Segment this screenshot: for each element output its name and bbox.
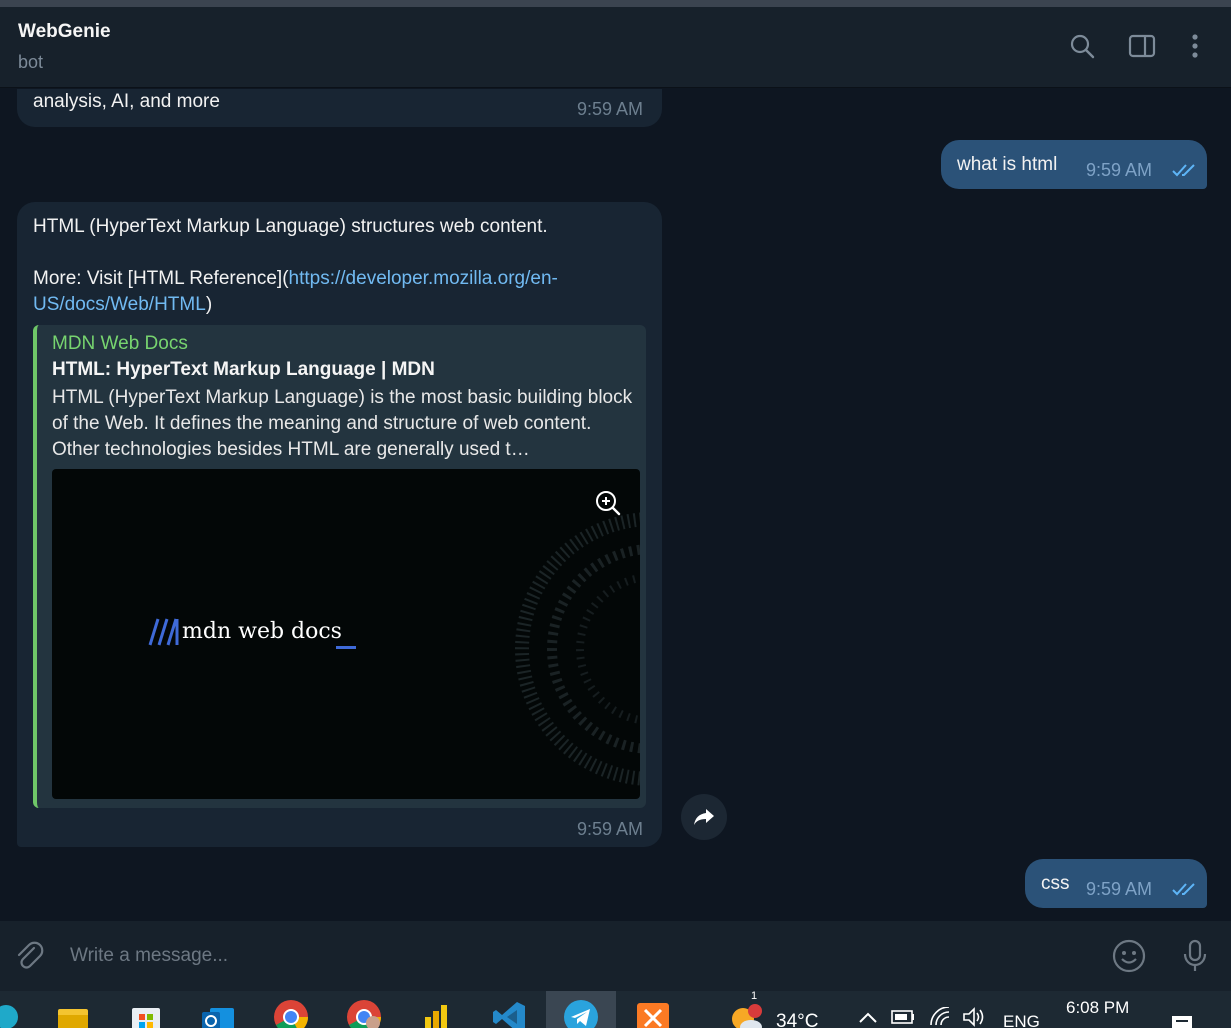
preview-decoration: [515, 512, 640, 786]
reply-line: HTML (HyperText Markup Language) structu…: [33, 216, 548, 237]
chat-header: WebGenie bot: [0, 7, 1231, 88]
reference-link-continued[interactable]: US/docs/Web/HTML: [33, 294, 206, 315]
weather-icon[interactable]: [727, 997, 767, 1028]
mdn-logo-text: mdn web docs: [182, 619, 342, 644]
search-icon[interactable]: [1067, 31, 1097, 61]
forward-button[interactable]: [681, 794, 727, 840]
forward-arrow-icon: [694, 809, 714, 825]
volume-icon[interactable]: [954, 997, 994, 1028]
outlook-icon[interactable]: [198, 997, 238, 1028]
message-time: 9:59 AM: [1086, 879, 1153, 899]
more-options-icon[interactable]: [1180, 31, 1210, 61]
reply-more-suffix: ): [205, 294, 213, 315]
xampp-icon[interactable]: [633, 997, 673, 1028]
mdn-logo-cursor: [336, 646, 356, 649]
message-list[interactable]: analysis, AI, and more 9:59 AM what is h…: [0, 89, 1231, 921]
chrome-profile-icon[interactable]: [344, 997, 384, 1028]
reference-link[interactable]: https://developer.mozilla.org/en-: [289, 268, 558, 289]
message-bubble-incoming[interactable]: analysis, AI, and more 9:59 AM: [17, 89, 662, 127]
weather-temperature[interactable]: 34°C: [776, 1011, 818, 1028]
preview-site-name: MDN Web Docs: [52, 333, 188, 354]
preview-image[interactable]: mdn web docs: [52, 469, 640, 799]
message-time: 9:59 AM: [577, 99, 644, 119]
notifications-icon[interactable]: [1162, 997, 1202, 1028]
message-bubble-outgoing[interactable]: css 9:59 AM: [1025, 859, 1207, 908]
weather-badge: 1: [750, 991, 758, 1002]
microphone-icon[interactable]: [1177, 938, 1213, 974]
reply-more-line: More: Visit [HTML Reference](https://dev…: [33, 266, 643, 292]
message-input[interactable]: [70, 939, 1070, 973]
show-hidden-icons-icon[interactable]: [848, 997, 888, 1028]
telegram-icon[interactable]: [561, 997, 601, 1028]
zoom-in-icon[interactable]: [594, 489, 624, 519]
mdn-logo-icon: [148, 617, 182, 652]
message-time: 9:59 AM: [1086, 160, 1153, 180]
windows-taskbar: 1 34°C ENG 6:08 PM: [0, 991, 1231, 1028]
file-explorer-icon[interactable]: [53, 997, 93, 1028]
preview-title: HTML: HyperText Markup Language | MDN: [52, 359, 435, 380]
power-bi-icon[interactable]: [416, 997, 456, 1028]
taskbar-edge-icon[interactable]: [0, 997, 26, 1028]
window-top-strip: [0, 0, 1231, 7]
message-time: 9:59 AM: [577, 819, 644, 839]
reply-more-prefix: More: Visit [HTML Reference](: [33, 268, 289, 289]
link-preview[interactable]: MDN Web Docs HTML: HyperText Markup Lang…: [33, 325, 646, 808]
attach-icon[interactable]: [11, 938, 47, 974]
battery-icon[interactable]: [883, 997, 923, 1028]
chat-title[interactable]: WebGenie: [18, 21, 111, 43]
message-text: analysis, AI, and more: [33, 91, 220, 112]
message-bubble-incoming[interactable]: HTML (HyperText Markup Language) structu…: [17, 202, 662, 847]
chat-subtitle: bot: [18, 52, 44, 72]
message-text: css: [1041, 873, 1070, 894]
preview-description: HTML (HyperText Markup Language) is the …: [52, 387, 633, 460]
message-composer: [0, 921, 1231, 991]
vscode-icon[interactable]: [489, 997, 529, 1028]
message-bubble-outgoing[interactable]: what is html 9:59 AM: [941, 140, 1207, 189]
double-check-icon: [1171, 162, 1199, 183]
emoji-icon[interactable]: [1111, 938, 1147, 974]
message-text: what is html: [957, 154, 1058, 175]
chrome-icon[interactable]: [271, 997, 311, 1028]
microsoft-store-icon[interactable]: [126, 997, 166, 1028]
system-clock[interactable]: 6:08 PM: [1066, 998, 1129, 1018]
sidebar-toggle-icon[interactable]: [1127, 31, 1157, 61]
input-language[interactable]: ENG: [1003, 1012, 1040, 1028]
message-text: HTML (HyperText Markup Language) structu…: [33, 214, 643, 318]
double-check-icon: [1171, 881, 1199, 902]
